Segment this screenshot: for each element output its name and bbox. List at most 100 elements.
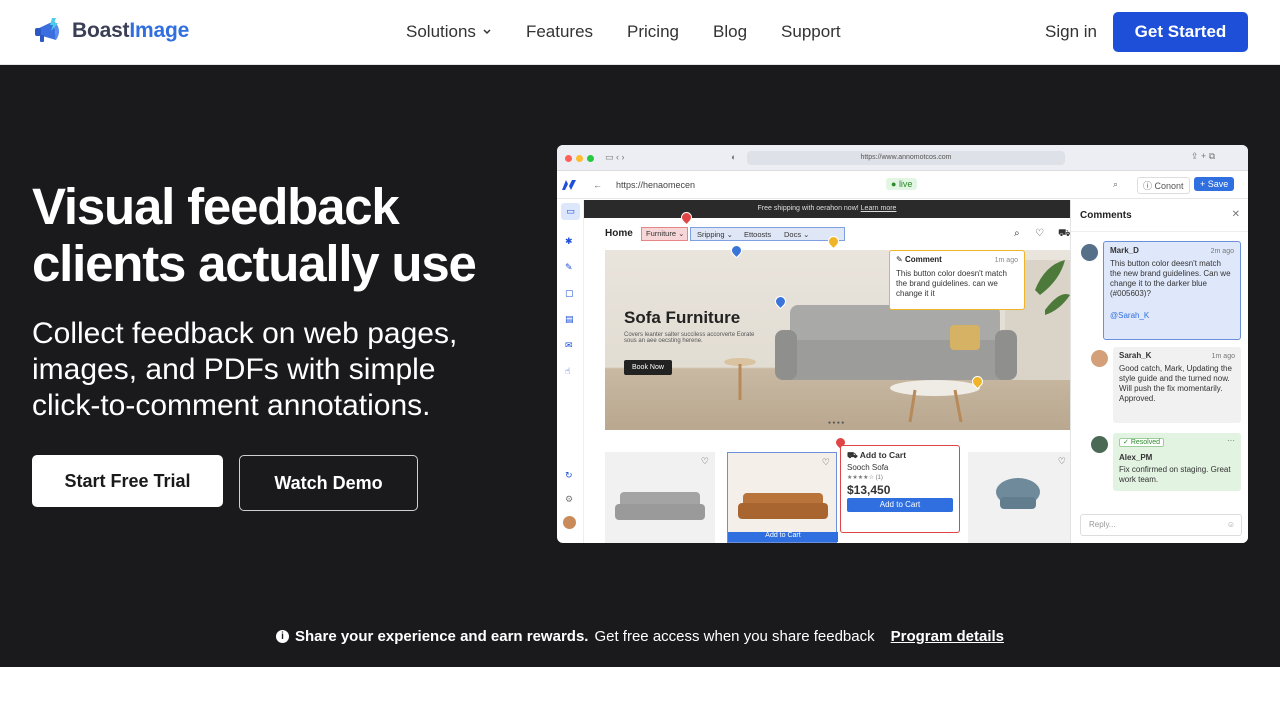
watch-demo-button[interactable]: Watch Demo [239,455,418,511]
browser-url-bar: https://www.annomotcos.com [747,151,1065,165]
add-to-cart-title: Add to Cart [859,450,907,460]
comment-time: 2m ago [1210,248,1234,255]
logo-text-a: Boast [72,19,130,42]
gray-sofa-image [615,492,705,520]
page-tool-icon[interactable]: ▤ [565,314,574,325]
tool-sidebar: ▭ ✱ ✎ ▢ ▤ ✉ ☝ ↻ ⚙ [557,200,584,543]
site-nav-shipping[interactable]: Sripping ⌄ [697,230,733,239]
app-url: https://henaomecen [616,180,696,190]
start-free-trial-button[interactable]: Start Free Trial [32,455,223,507]
product-card[interactable]: ♡ [605,452,715,543]
comment-thread-item[interactable]: Sarah_K 1m ago Good catch, Mark, Updatin… [1113,347,1241,423]
megaphone-logo-icon [35,18,60,42]
browser-toolbar: ▭ ‹ › ◐ https://www.annomotcos.com ⇪ + ⧉ [557,145,1248,171]
avatar[interactable] [563,516,576,529]
avatar [1091,436,1108,453]
add-to-cart-button[interactable]: Add to Cart [847,498,953,512]
add-to-cart-popover[interactable]: ⛟ Add to Cart Sooch Sofa ★★★★☆ (1) $13,4… [840,445,960,533]
site-search-icon[interactable]: ⌕ [1014,228,1020,239]
mail-tool-icon[interactable]: ✉ [565,340,573,351]
heart-icon[interactable]: ♡ [1035,228,1044,239]
comment-popover-time: 1m ago [994,257,1018,264]
shape-tool-icon[interactable]: ▢ [565,288,574,299]
avatar [1091,350,1108,367]
comment-user: Alex_PM [1119,453,1153,462]
comment-thread-item[interactable]: Mark_D 2m ago This button color deesn't … [1103,241,1241,340]
get-started-button[interactable]: Get Started [1113,12,1248,52]
comment-tool-icon[interactable]: ▭ [561,203,580,220]
program-details-link[interactable]: Program details [891,628,1004,645]
top-nav: BoastImage Solutions Features Pricing Bl… [0,0,1280,65]
heart-icon[interactable]: ♡ [1058,456,1066,467]
minimize-dot-icon [576,155,583,162]
comment-thread-item[interactable]: ✓ Resolved ··· Alex_PM Fix confirmed on … [1113,433,1241,491]
refresh-icon[interactable]: ↻ [565,470,573,481]
pin-tool-icon[interactable]: ✱ [565,236,573,247]
product-name: Sooch Sofa [847,463,889,472]
comment-user: Sarah_K [1119,351,1152,360]
site-hero-title: Sofa Furniture [624,308,741,327]
hero-title: Visual feedback clients actually use [32,178,477,292]
shield-icon: ◐ [731,152,737,162]
rating-stars: ★★★★☆ (1) [847,475,883,481]
annotated-website: Free shipping with oerahon now! Learn mo… [584,200,1070,543]
product-card[interactable]: ♡ [968,452,1070,543]
nav-features[interactable]: Features [526,22,593,42]
comment-popover[interactable]: ✎ Comment 1m ago This button color doesn… [889,250,1025,310]
share-icon: ⇪ + ⧉ [1191,151,1216,161]
emoji-icon[interactable]: ☺ [1227,515,1235,535]
hero-subtitle: Collect feedback on web pages, images, a… [32,317,458,422]
product-screenshot: ▭ ‹ › ◐ https://www.annomotcos.com ⇪ + ⧉… [557,145,1248,543]
carousel-dots[interactable]: ● ● ● ● [828,420,844,426]
nav-pricing[interactable]: Pricing [627,22,679,42]
gear-icon[interactable]: ⚙ [565,494,573,505]
nav-blog[interactable]: Blog [713,22,747,42]
sign-in-link[interactable]: Sign in [1045,22,1097,42]
cart-icon[interactable]: ⛟ [1058,228,1070,241]
heart-icon[interactable]: ♡ [822,457,830,468]
learn-more-link[interactable]: Learn more [861,205,897,212]
contact-button[interactable]: ⓘ Conont [1137,177,1190,194]
sidebar-toggle-icon: ▭ ‹ › [605,152,625,162]
back-arrow-icon: ← [593,180,602,190]
logo[interactable]: BoastImage [34,16,189,46]
chair-image [996,478,1040,509]
site-nav-home[interactable]: Home [605,228,633,239]
comment-mention[interactable]: @Sarah_K [1110,311,1234,321]
site-nav-ettoosts[interactable]: Ettoosts [744,230,771,239]
nav-support[interactable]: Support [781,22,841,42]
banner-text: Get free access when you share feedback [594,628,875,645]
comment-time: 1m ago [1211,353,1235,360]
nav-solutions[interactable]: Solutions [406,22,492,42]
hero-section: Visual feedback clients actually use Col… [0,65,1280,667]
comment-text: This button color deesn't match the new … [1110,259,1231,298]
hand-tool-icon[interactable]: ☝ [565,366,570,377]
site-hero-text: Covers leanter salter succiless accorver… [624,332,755,344]
comment-user: Mark_D [1110,246,1139,255]
add-to-cart-strip[interactable]: Add to Cart [728,532,838,542]
heart-icon[interactable]: ♡ [701,456,709,467]
product-price: $13,450 [847,483,891,497]
close-dot-icon [565,155,572,162]
more-icon[interactable]: ··· [1227,436,1235,446]
chevron-down-icon [483,29,491,35]
live-badge: ● live [886,178,918,190]
pen-tool-icon[interactable]: ✎ [565,262,573,273]
search-icon: ⌕ [1113,179,1119,189]
save-button[interactable]: + Save [1194,177,1235,191]
site-nav-docs[interactable]: Docs ⌄ [784,230,809,239]
product-card[interactable]: ♡ Add to Cart [727,452,838,543]
resolved-badge: ✓ Resolved [1119,438,1164,447]
maximize-dot-icon [587,155,594,162]
info-icon: i [275,630,289,643]
rewards-banner: i Share your experience and earn rewards… [0,628,1280,645]
comment-text: Fix confirmed on staging. Great work tea… [1119,465,1231,484]
book-now-button[interactable]: Book Now [624,360,672,375]
comment-popover-title: Comment [904,255,942,264]
promo-bar: Free shipping with oerahon now! Learn mo… [584,200,1070,218]
close-icon[interactable]: ✕ [1232,209,1240,220]
comments-title: Comments [1080,210,1132,221]
site-nav-furniture[interactable]: Furniture ⌄ [641,227,688,241]
reply-input[interactable]: Reply... ☺ [1080,514,1242,536]
logo-text-b: Image [129,19,190,42]
